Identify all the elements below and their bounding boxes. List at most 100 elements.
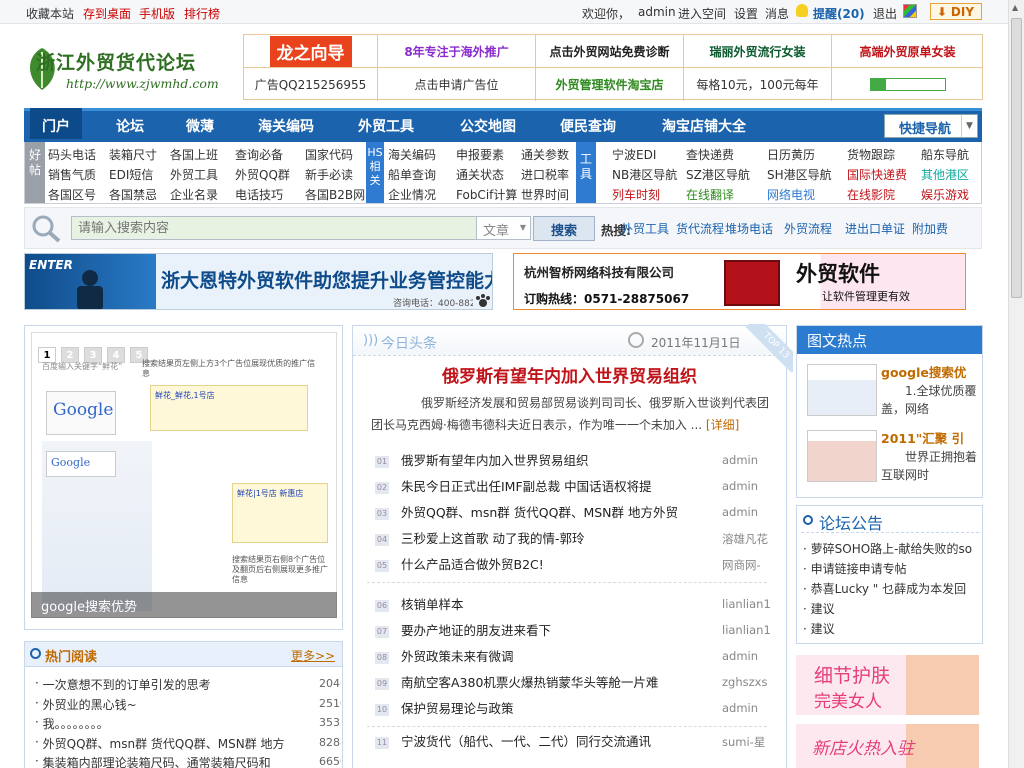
ad-cell[interactable]: 高端外贸原单女装	[832, 35, 983, 68]
ad-cell[interactable]	[832, 68, 983, 101]
news-title[interactable]: 宁波货代（船代、一代、二代）同行交流通讯	[401, 734, 651, 749]
news-item[interactable]: 04 三秒爱上这首歌 动了我的情-郭玲 溶雄凡花	[375, 528, 775, 548]
grid-link[interactable]: 外贸QQ群	[235, 166, 290, 183]
hot-read-item[interactable]: · 集装箱内部理论装箱尺码、通常装箱尺码和 6650	[35, 754, 341, 768]
scrollbar-thumb[interactable]	[1011, 18, 1022, 298]
news-item[interactable]: 09 南航空客A380机票火爆热销蒙华头等舱一片难 zghszxs	[375, 672, 775, 692]
grid-link[interactable]: 码头电话	[48, 146, 96, 163]
ad-cell[interactable]: 点击外贸网站免费诊断	[536, 35, 684, 68]
grid-link[interactable]: 海关编码	[388, 146, 436, 163]
settings-link[interactable]: 设置	[734, 5, 758, 22]
notice-item[interactable]: · 申请链接申请专帖	[803, 560, 979, 578]
notice-text[interactable]: 申请链接申请专帖	[811, 562, 907, 576]
nav-forum[interactable]: 论坛	[116, 116, 144, 136]
bookmark-link[interactable]: 收藏本站	[26, 5, 74, 22]
hot-search-link[interactable]: 进出口单证	[845, 220, 905, 237]
hot-read-title[interactable]: 外贸QQ群、msn群 货代QQ群、MSN群 地方	[43, 735, 285, 752]
news-title[interactable]: 朱民今日正式出任IMF副总裁 中国话语权将提	[401, 479, 652, 494]
scroll-up-icon[interactable]: ▲	[1012, 3, 1018, 12]
grid-link[interactable]: 查快递费	[686, 146, 734, 163]
news-title[interactable]: 外贸政策未来有微调	[401, 649, 514, 664]
save-desktop-link[interactable]: 存到桌面	[83, 5, 131, 22]
site-logo[interactable]: 浙江外贸货代论坛 http://www.zjwmhd.com	[22, 40, 232, 98]
news-author[interactable]: 溶雄凡花	[722, 531, 775, 547]
diy-button[interactable]: ⬇ DIY	[930, 3, 982, 20]
news-author[interactable]: lianlian1	[722, 623, 775, 637]
grid-link[interactable]: 各国禁忌	[109, 186, 157, 203]
hot-search-link[interactable]: 外贸工具	[621, 220, 669, 237]
nav-portal[interactable]: 门户	[30, 108, 82, 139]
ranking-link[interactable]: 排行榜	[184, 5, 220, 22]
grid-link[interactable]: 查询必备	[235, 146, 283, 163]
news-title[interactable]: 三秒爱上这首歌 动了我的情-郭玲	[401, 531, 585, 546]
slideshow[interactable]: 12345 百度输入关键字“鲜花” 搜索结果页左侧上方3个广告位展现优质的推广信…	[24, 325, 343, 630]
nav-weibo[interactable]: 微薄	[186, 116, 214, 136]
notice-text[interactable]: 恭喜Lucky " 乜薛成为本发回	[811, 582, 966, 596]
news-author[interactable]: 网商网-	[722, 557, 775, 573]
grid-link[interactable]: SH港区导航	[767, 166, 832, 183]
grid-link[interactable]: 货物跟踪	[847, 146, 895, 163]
hot-search-link[interactable]: 货代流程	[676, 220, 724, 237]
pic-hot-thumb[interactable]	[807, 364, 877, 416]
notice-text[interactable]: 萝碎SOHO路上-献给失败的so	[811, 542, 972, 556]
nav-tools[interactable]: 外贸工具	[358, 116, 414, 136]
grid-link[interactable]: 各国区号	[48, 186, 96, 203]
nav-bus-map[interactable]: 公交地图	[460, 116, 516, 136]
grid-link[interactable]: 在线翻译	[686, 186, 734, 203]
color-icon[interactable]	[903, 4, 917, 18]
news-item[interactable]: 11 宁波货代（船代、一代、二代）同行交流通讯 sumi-星	[375, 731, 775, 751]
messages-link[interactable]: 消息	[765, 5, 789, 22]
grid-link[interactable]: 网络电视	[767, 186, 815, 203]
hot-read-item[interactable]: · 一次意想不到的订单引发的思考 2046	[35, 676, 341, 694]
grid-link[interactable]: EDI短信	[109, 166, 153, 183]
news-title[interactable]: 要办产地证的朋友进来看下	[401, 623, 551, 638]
search-input[interactable]	[71, 216, 477, 240]
hot-search-link[interactable]: 堆场电话	[725, 220, 773, 237]
username-link[interactable]: admin	[638, 5, 676, 19]
mobile-link[interactable]: 手机版	[139, 5, 175, 22]
hot-read-title[interactable]: 一次意想不到的订单引发的思考	[43, 676, 211, 693]
news-author[interactable]: admin	[722, 479, 775, 493]
grid-link[interactable]: 列车时刻	[612, 186, 660, 203]
pic-hot-item-title[interactable]: 2011"汇聚 引	[881, 428, 981, 447]
news-item[interactable]: 10 保护贸易理论与政策 admin	[375, 698, 775, 718]
news-author[interactable]: admin	[722, 649, 775, 663]
grid-link[interactable]: 通关状态	[456, 166, 504, 183]
hot-search-link[interactable]: 外贸流程	[784, 220, 832, 237]
quick-nav-dropdown[interactable]: 快捷导航 ▼	[884, 114, 978, 138]
notice-item[interactable]: · 建议	[803, 600, 979, 618]
nav-taobao[interactable]: 淘宝店铺大全	[662, 116, 746, 136]
more-link[interactable]: 更多>>	[291, 647, 335, 664]
ad-cell[interactable]: 瑞丽外贸流行女装	[684, 35, 832, 68]
banner-zhiqiao[interactable]: 杭州智桥网络科技有限公司 订购热线：0571-28875067 外贸软件 让软件…	[513, 253, 966, 310]
news-item[interactable]: 06 核销单样本 lianlian1	[375, 594, 775, 614]
grid-link[interactable]: 国家代码	[305, 146, 353, 163]
grid-link[interactable]: 进口税率	[521, 166, 569, 183]
news-item[interactable]: 07 要办产地证的朋友进来看下 lianlian1	[375, 620, 775, 640]
hot-read-title[interactable]: 我。。。。。。。。	[43, 715, 109, 732]
hot-search-link[interactable]: 附加费	[912, 220, 948, 237]
logout-link[interactable]: 退出	[873, 5, 897, 22]
grid-link[interactable]: 企业名录	[170, 186, 218, 203]
grid-link[interactable]: 销售气质	[48, 166, 96, 183]
ad-cell[interactable]: 龙之向导	[244, 35, 378, 68]
grid-link[interactable]: 其他港区	[921, 166, 969, 183]
hot-read-item[interactable]: · 外贸QQ群、msn群 货代QQ群、MSN群 地方 8288	[35, 735, 341, 753]
pic-hot-thumb[interactable]	[807, 430, 877, 482]
grid-link[interactable]: SZ港区导航	[686, 166, 750, 183]
notice-item[interactable]: · 建议	[803, 620, 979, 638]
news-author[interactable]: zghszxs	[722, 675, 775, 689]
pic-hot-item-title[interactable]: google搜索优	[881, 362, 981, 381]
grid-link[interactable]: 申报要素	[456, 146, 504, 163]
grid-link[interactable]: 电话技巧	[235, 186, 283, 203]
detail-link[interactable]: [详细]	[706, 418, 739, 432]
hot-read-title[interactable]: 外贸业的黑心钱~	[43, 696, 137, 713]
news-item[interactable]: 08 外贸政策未来有微调 admin	[375, 646, 775, 666]
nav-lookup[interactable]: 便民查询	[560, 116, 616, 136]
news-item[interactable]: 01 俄罗斯有望年内加入世界贸易组织 admin	[375, 450, 775, 470]
grid-link[interactable]: 日历黄历	[767, 146, 815, 163]
nav-hs-code[interactable]: 海关编码	[258, 116, 314, 136]
news-author[interactable]: lianlian1	[722, 597, 775, 611]
grid-link[interactable]: 娱乐游戏	[921, 186, 969, 203]
grid-link[interactable]: 船单查询	[388, 166, 436, 183]
